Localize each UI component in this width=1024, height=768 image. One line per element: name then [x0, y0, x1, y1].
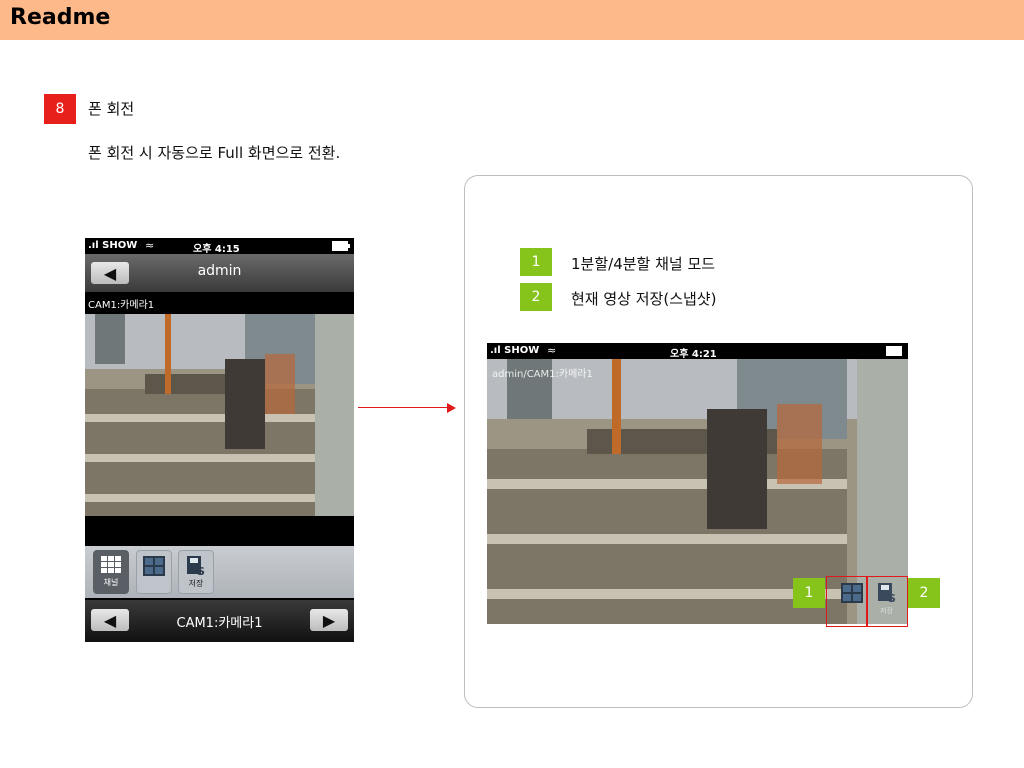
bottom-toolbar: 채널 S 저장 — [85, 546, 354, 598]
status-time: 오후 4:15 — [193, 244, 240, 255]
save-snapshot-button[interactable]: S 저장 — [178, 550, 214, 594]
svg-text:S: S — [197, 565, 205, 576]
save-button-label: 저장 — [188, 579, 204, 588]
channel-button-label: 채널 — [103, 578, 119, 587]
marker-badge-1: 1 — [793, 578, 825, 608]
legend-text-2: 현재 영상 저장(스냅샷) — [571, 290, 717, 308]
header-bar: Readme — [0, 0, 1024, 40]
split-mode-highlight — [826, 576, 868, 627]
legend-text-1: 1분할/4분할 채널 모드 — [571, 255, 716, 273]
carrier-label: .ıl SHOW — [88, 240, 138, 251]
battery-icon — [886, 346, 902, 356]
snapshot-highlight — [866, 576, 908, 627]
transition-arrow-icon — [447, 403, 456, 413]
marker-badge-2: 2 — [908, 578, 940, 608]
landscape-carrier-label: .ıl SHOW — [490, 345, 540, 356]
legend-badge-2: 2 — [520, 283, 552, 311]
construction-scene-image — [85, 314, 354, 516]
save-disk-icon: S — [187, 556, 205, 576]
transition-arrow-line — [358, 407, 448, 408]
next-camera-button[interactable]: ▶ — [310, 609, 348, 631]
landscape-status-time: 오후 4:21 — [670, 349, 717, 360]
wifi-icon: ≈ — [145, 239, 155, 252]
section-description: 폰 회전 시 자동으로 Full 화면으로 전환. — [88, 144, 341, 162]
split-mode-button[interactable] — [136, 550, 172, 594]
camera-video-feed[interactable] — [85, 314, 354, 516]
grid-9-icon — [101, 556, 121, 573]
wifi-icon: ≈ — [547, 344, 557, 357]
section-title: 폰 회전 — [88, 100, 135, 118]
forward-arrow-icon: ▶ — [322, 610, 336, 630]
channel-button[interactable]: 채널 — [93, 550, 129, 594]
camera-switch-bar: ◀ CAM1:카메라1 ▶ — [85, 600, 354, 642]
grid-4-icon — [143, 556, 165, 576]
landscape-status-bar: .ıl SHOW ≈ 오후 4:21 — [487, 343, 908, 360]
fullscreen-caption: admin/CAM1:카메라1 — [492, 369, 593, 380]
status-bar: .ıl SHOW ≈ 오후 4:15 — [85, 238, 354, 255]
portrait-phone-screenshot: .ıl SHOW ≈ 오후 4:15 ◀ admin CAM1:카메라1 채널 … — [85, 238, 354, 642]
section-number-badge: 8 — [44, 94, 76, 124]
nav-title: admin — [197, 263, 242, 279]
navigation-bar: ◀ admin — [85, 254, 354, 292]
legend-badge-1: 1 — [520, 248, 552, 276]
page-title: Readme — [10, 5, 111, 30]
camera-label: CAM1:카메라1 — [88, 300, 155, 311]
battery-icon — [332, 241, 350, 251]
